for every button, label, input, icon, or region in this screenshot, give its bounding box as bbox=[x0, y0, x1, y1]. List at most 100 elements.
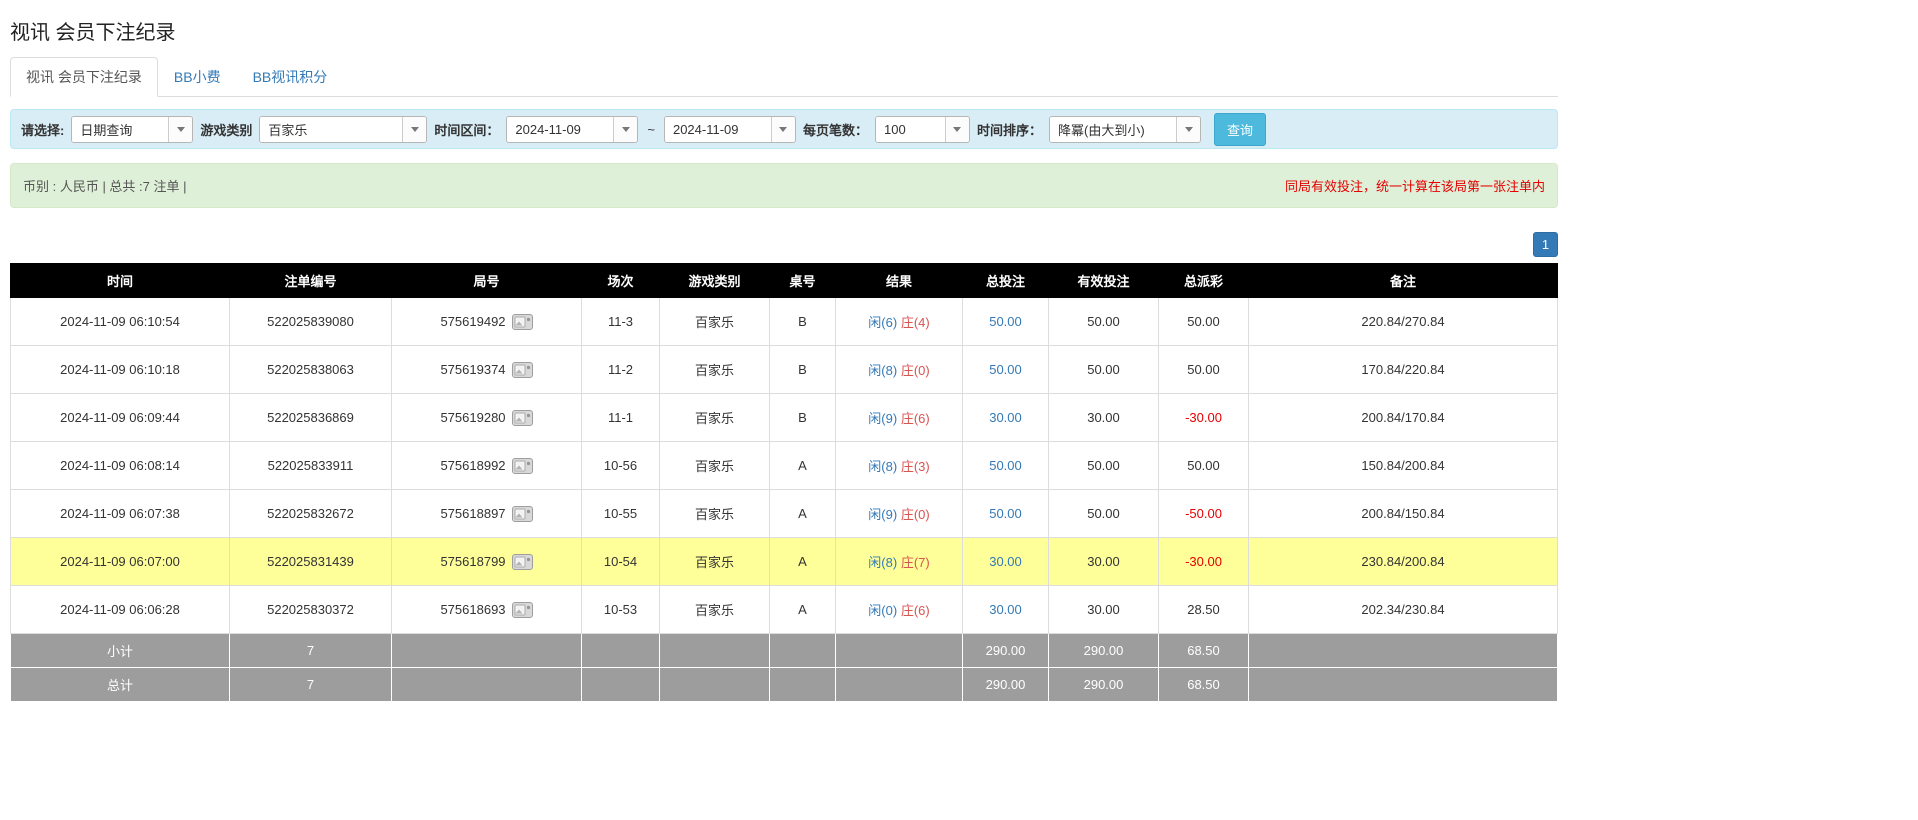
caret-down-icon[interactable] bbox=[771, 117, 795, 142]
cell-bet-id: 522025838063 bbox=[230, 346, 392, 394]
payout-value: -30.00 bbox=[1185, 410, 1222, 425]
video-thumbnail-icon[interactable] bbox=[512, 554, 533, 570]
summary-count: 7 bbox=[230, 634, 392, 668]
result-banker: 庄(7) bbox=[901, 555, 930, 570]
date-to-picker[interactable] bbox=[664, 116, 796, 143]
payout-value: 28.50 bbox=[1187, 602, 1220, 617]
date-from-picker[interactable] bbox=[506, 116, 638, 143]
currency-total-text: 币别 : 人民币 | 总共 :7 注单 | bbox=[23, 176, 187, 195]
total-bet-link[interactable]: 50.00 bbox=[989, 458, 1022, 473]
video-thumbnail-icon[interactable] bbox=[512, 314, 533, 330]
cell-table-no: A bbox=[770, 442, 836, 490]
column-header: 局号 bbox=[392, 264, 582, 298]
cell-bet-id: 522025833911 bbox=[230, 442, 392, 490]
summary-payout: 68.50 bbox=[1159, 668, 1249, 702]
filter-bar: 请选择: 游戏类别 时间区间： ~ 每页笔数： 时间排序： bbox=[10, 109, 1558, 149]
summary-empty-cell bbox=[770, 634, 836, 668]
result-player: 闲(9) bbox=[868, 411, 897, 426]
summary-empty-cell bbox=[582, 634, 660, 668]
total-bet-link[interactable]: 30.00 bbox=[989, 602, 1022, 617]
payout-value: -50.00 bbox=[1185, 506, 1222, 521]
game-type-select[interactable] bbox=[259, 116, 427, 143]
payout-value: 50.00 bbox=[1187, 314, 1220, 329]
page-size-input[interactable] bbox=[876, 117, 945, 142]
cell-session: 10-54 bbox=[582, 538, 660, 586]
pagination: 1 bbox=[10, 232, 1558, 257]
cell-note: 170.84/220.84 bbox=[1249, 346, 1558, 394]
caret-down-icon[interactable] bbox=[613, 117, 637, 142]
cell-payout: -30.00 bbox=[1159, 538, 1249, 586]
caret-down-icon[interactable] bbox=[402, 117, 426, 142]
cell-table-no: B bbox=[770, 394, 836, 442]
result-player: 闲(0) bbox=[868, 603, 897, 618]
cell-payout: -50.00 bbox=[1159, 490, 1249, 538]
cell-time: 2024-11-09 06:07:38 bbox=[11, 490, 230, 538]
cell-total-bet: 50.00 bbox=[963, 490, 1049, 538]
result-banker: 庄(0) bbox=[901, 363, 930, 378]
cell-payout: 28.50 bbox=[1159, 586, 1249, 634]
cell-total-bet: 30.00 bbox=[963, 586, 1049, 634]
video-thumbnail-icon[interactable] bbox=[512, 458, 533, 474]
cell-round-id: 575618992 bbox=[392, 442, 582, 490]
total-bet-link[interactable]: 50.00 bbox=[989, 506, 1022, 521]
cell-round-id: 575619374 bbox=[392, 346, 582, 394]
result-player: 闲(8) bbox=[868, 555, 897, 570]
cell-result: 闲(9) 庄(6) bbox=[836, 394, 963, 442]
cell-table-no: A bbox=[770, 538, 836, 586]
tab-betting-records[interactable]: 视讯 会员下注纪录 bbox=[10, 57, 158, 97]
date-to-input[interactable] bbox=[665, 117, 771, 142]
page-size-label: 每页笔数： bbox=[803, 120, 868, 139]
table-body: 2024-11-09 06:10:54 522025839080 5756194… bbox=[11, 298, 1558, 634]
total-bet-link[interactable]: 50.00 bbox=[989, 314, 1022, 329]
cell-bet-id: 522025832672 bbox=[230, 490, 392, 538]
caret-down-icon[interactable] bbox=[168, 117, 192, 142]
video-thumbnail-icon[interactable] bbox=[512, 362, 533, 378]
query-type-input[interactable] bbox=[72, 117, 168, 142]
search-button[interactable]: 查询 bbox=[1214, 113, 1266, 146]
cell-session: 11-1 bbox=[582, 394, 660, 442]
tab-bb-video-points[interactable]: BB视讯积分 bbox=[237, 57, 344, 97]
cell-note: 200.84/150.84 bbox=[1249, 490, 1558, 538]
video-thumbnail-icon[interactable] bbox=[512, 602, 533, 618]
cell-note: 230.84/200.84 bbox=[1249, 538, 1558, 586]
video-thumbnail-icon[interactable] bbox=[512, 410, 533, 426]
cell-game-type: 百家乐 bbox=[660, 346, 770, 394]
total-bet-link[interactable]: 50.00 bbox=[989, 362, 1022, 377]
time-sort-input[interactable] bbox=[1050, 117, 1176, 142]
summary-label: 总计 bbox=[11, 668, 230, 702]
video-thumbnail-icon[interactable] bbox=[512, 506, 533, 522]
cell-payout: 50.00 bbox=[1159, 442, 1249, 490]
cell-valid-bet: 30.00 bbox=[1049, 394, 1159, 442]
total-bet-link[interactable]: 30.00 bbox=[989, 554, 1022, 569]
summary-empty-cell bbox=[582, 668, 660, 702]
cell-total-bet: 50.00 bbox=[963, 346, 1049, 394]
column-header: 桌号 bbox=[770, 264, 836, 298]
cell-game-type: 百家乐 bbox=[660, 538, 770, 586]
result-player: 闲(6) bbox=[868, 315, 897, 330]
notice-text: 同局有效投注，统一计算在该局第一张注单内 bbox=[1285, 176, 1545, 195]
game-type-input[interactable] bbox=[260, 117, 402, 142]
page-size-select[interactable] bbox=[875, 116, 970, 143]
column-header: 注单编号 bbox=[230, 264, 392, 298]
column-header: 有效投注 bbox=[1049, 264, 1159, 298]
cell-game-type: 百家乐 bbox=[660, 298, 770, 346]
cell-round-id: 575619280 bbox=[392, 394, 582, 442]
cell-result: 闲(8) 庄(3) bbox=[836, 442, 963, 490]
pagination-page-1[interactable]: 1 bbox=[1533, 232, 1558, 257]
total-bet-link[interactable]: 30.00 bbox=[989, 410, 1022, 425]
caret-down-icon[interactable] bbox=[1176, 117, 1200, 142]
page-title: 视讯 会员下注纪录 bbox=[10, 16, 1558, 45]
result-banker: 庄(6) bbox=[901, 411, 930, 426]
time-sort-select[interactable] bbox=[1049, 116, 1201, 143]
caret-down-icon[interactable] bbox=[945, 117, 969, 142]
cell-session: 11-2 bbox=[582, 346, 660, 394]
query-type-select[interactable] bbox=[71, 116, 193, 143]
cell-round-id: 575618897 bbox=[392, 490, 582, 538]
cell-result: 闲(0) 庄(6) bbox=[836, 586, 963, 634]
tab-bb-tips[interactable]: BB小费 bbox=[158, 57, 237, 97]
summary-empty-cell bbox=[392, 668, 582, 702]
summary-empty-cell bbox=[1249, 634, 1558, 668]
date-from-input[interactable] bbox=[507, 117, 613, 142]
cell-game-type: 百家乐 bbox=[660, 394, 770, 442]
summary-empty-cell bbox=[836, 668, 963, 702]
